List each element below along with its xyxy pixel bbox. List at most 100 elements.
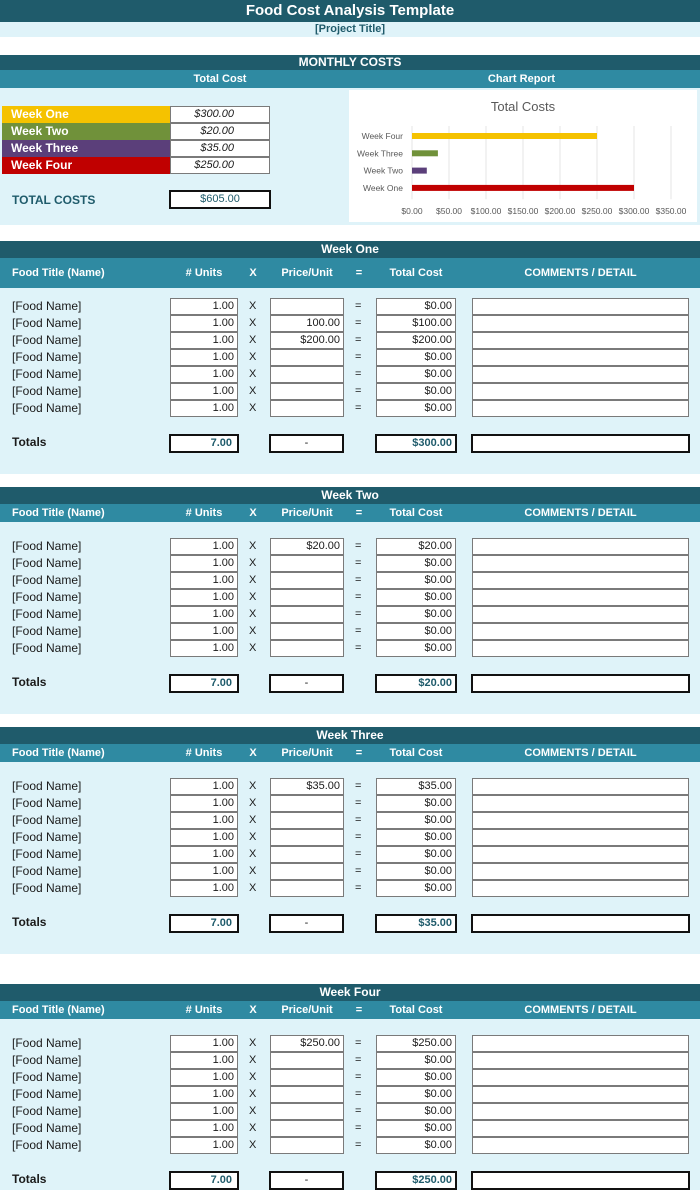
comment-total[interactable] xyxy=(471,674,690,693)
comment-input[interactable] xyxy=(472,589,689,606)
comment-input[interactable] xyxy=(472,366,689,383)
price-input[interactable]: 100.00 xyxy=(270,315,344,332)
units-input[interactable]: 1.00 xyxy=(170,298,238,315)
price-input[interactable] xyxy=(270,863,344,880)
comment-input[interactable] xyxy=(472,349,689,366)
week-summary-value[interactable]: $20.00 xyxy=(170,123,270,140)
comment-input[interactable] xyxy=(472,315,689,332)
units-input[interactable]: 1.00 xyxy=(170,812,238,829)
comment-input[interactable] xyxy=(472,606,689,623)
comment-input[interactable] xyxy=(472,572,689,589)
price-input[interactable] xyxy=(270,555,344,572)
comment-total[interactable] xyxy=(471,1171,690,1190)
food-name[interactable]: [Food Name] xyxy=(12,863,81,880)
comment-total[interactable] xyxy=(471,434,690,453)
price-input[interactable]: $35.00 xyxy=(270,778,344,795)
food-name[interactable]: [Food Name] xyxy=(12,846,81,863)
food-name[interactable]: [Food Name] xyxy=(12,880,81,897)
comment-input[interactable] xyxy=(472,880,689,897)
units-input[interactable]: 1.00 xyxy=(170,315,238,332)
food-name[interactable]: [Food Name] xyxy=(12,555,81,572)
units-input[interactable]: 1.00 xyxy=(170,400,238,417)
price-input[interactable]: $250.00 xyxy=(270,1035,344,1052)
food-name[interactable]: [Food Name] xyxy=(12,383,81,400)
units-input[interactable]: 1.00 xyxy=(170,366,238,383)
food-name[interactable]: [Food Name] xyxy=(12,812,81,829)
units-input[interactable]: 1.00 xyxy=(170,332,238,349)
food-name[interactable]: [Food Name] xyxy=(12,829,81,846)
units-input[interactable]: 1.00 xyxy=(170,555,238,572)
week-summary-value[interactable]: $300.00 xyxy=(170,106,270,123)
food-name[interactable]: [Food Name] xyxy=(12,589,81,606)
food-name[interactable]: [Food Name] xyxy=(12,623,81,640)
units-input[interactable]: 1.00 xyxy=(170,1103,238,1120)
comment-input[interactable] xyxy=(472,640,689,657)
units-input[interactable]: 1.00 xyxy=(170,778,238,795)
food-name[interactable]: [Food Name] xyxy=(12,795,81,812)
units-input[interactable]: 1.00 xyxy=(170,623,238,640)
units-input[interactable]: 1.00 xyxy=(170,538,238,555)
price-input[interactable] xyxy=(270,349,344,366)
comment-input[interactable] xyxy=(472,332,689,349)
price-input[interactable] xyxy=(270,400,344,417)
price-input[interactable] xyxy=(270,640,344,657)
price-input[interactable] xyxy=(270,880,344,897)
food-name[interactable]: [Food Name] xyxy=(12,1035,81,1052)
food-name[interactable]: [Food Name] xyxy=(12,1069,81,1086)
food-name[interactable]: [Food Name] xyxy=(12,315,81,332)
total-costs-value[interactable]: $605.00 xyxy=(169,190,271,209)
price-input[interactable] xyxy=(270,623,344,640)
week-summary-value[interactable]: $35.00 xyxy=(170,140,270,157)
food-name[interactable]: [Food Name] xyxy=(12,349,81,366)
price-input[interactable] xyxy=(270,383,344,400)
comment-input[interactable] xyxy=(472,863,689,880)
comment-input[interactable] xyxy=(472,538,689,555)
units-input[interactable]: 1.00 xyxy=(170,572,238,589)
comment-input[interactable] xyxy=(472,1052,689,1069)
food-name[interactable]: [Food Name] xyxy=(12,1086,81,1103)
comment-input[interactable] xyxy=(472,846,689,863)
comment-input[interactable] xyxy=(472,1103,689,1120)
units-input[interactable]: 1.00 xyxy=(170,589,238,606)
price-input[interactable]: $20.00 xyxy=(270,538,344,555)
comment-input[interactable] xyxy=(472,1035,689,1052)
food-name[interactable]: [Food Name] xyxy=(12,1137,81,1154)
food-name[interactable]: [Food Name] xyxy=(12,640,81,657)
food-name[interactable]: [Food Name] xyxy=(12,1052,81,1069)
price-input[interactable] xyxy=(270,606,344,623)
comment-input[interactable] xyxy=(472,298,689,315)
price-input[interactable] xyxy=(270,1120,344,1137)
food-name[interactable]: [Food Name] xyxy=(12,1120,81,1137)
price-input[interactable] xyxy=(270,1086,344,1103)
comment-input[interactable] xyxy=(472,812,689,829)
food-name[interactable]: [Food Name] xyxy=(12,332,81,349)
units-input[interactable]: 1.00 xyxy=(170,829,238,846)
units-input[interactable]: 1.00 xyxy=(170,1035,238,1052)
food-name[interactable]: [Food Name] xyxy=(12,366,81,383)
comment-input[interactable] xyxy=(472,1069,689,1086)
price-input[interactable]: $200.00 xyxy=(270,332,344,349)
comment-input[interactable] xyxy=(472,400,689,417)
price-input[interactable] xyxy=(270,589,344,606)
units-input[interactable]: 1.00 xyxy=(170,606,238,623)
price-input[interactable] xyxy=(270,1137,344,1154)
price-input[interactable] xyxy=(270,572,344,589)
comment-input[interactable] xyxy=(472,778,689,795)
units-input[interactable]: 1.00 xyxy=(170,880,238,897)
units-input[interactable]: 1.00 xyxy=(170,1069,238,1086)
food-name[interactable]: [Food Name] xyxy=(12,606,81,623)
units-input[interactable]: 1.00 xyxy=(170,1120,238,1137)
price-input[interactable] xyxy=(270,1052,344,1069)
price-input[interactable] xyxy=(270,1069,344,1086)
comment-total[interactable] xyxy=(471,914,690,933)
comment-input[interactable] xyxy=(472,555,689,572)
food-name[interactable]: [Food Name] xyxy=(12,572,81,589)
price-input[interactable] xyxy=(270,366,344,383)
comment-input[interactable] xyxy=(472,1137,689,1154)
food-name[interactable]: [Food Name] xyxy=(12,1103,81,1120)
food-name[interactable]: [Food Name] xyxy=(12,538,81,555)
week-summary-value[interactable]: $250.00 xyxy=(170,157,270,174)
price-input[interactable] xyxy=(270,829,344,846)
units-input[interactable]: 1.00 xyxy=(170,1086,238,1103)
units-input[interactable]: 1.00 xyxy=(170,349,238,366)
